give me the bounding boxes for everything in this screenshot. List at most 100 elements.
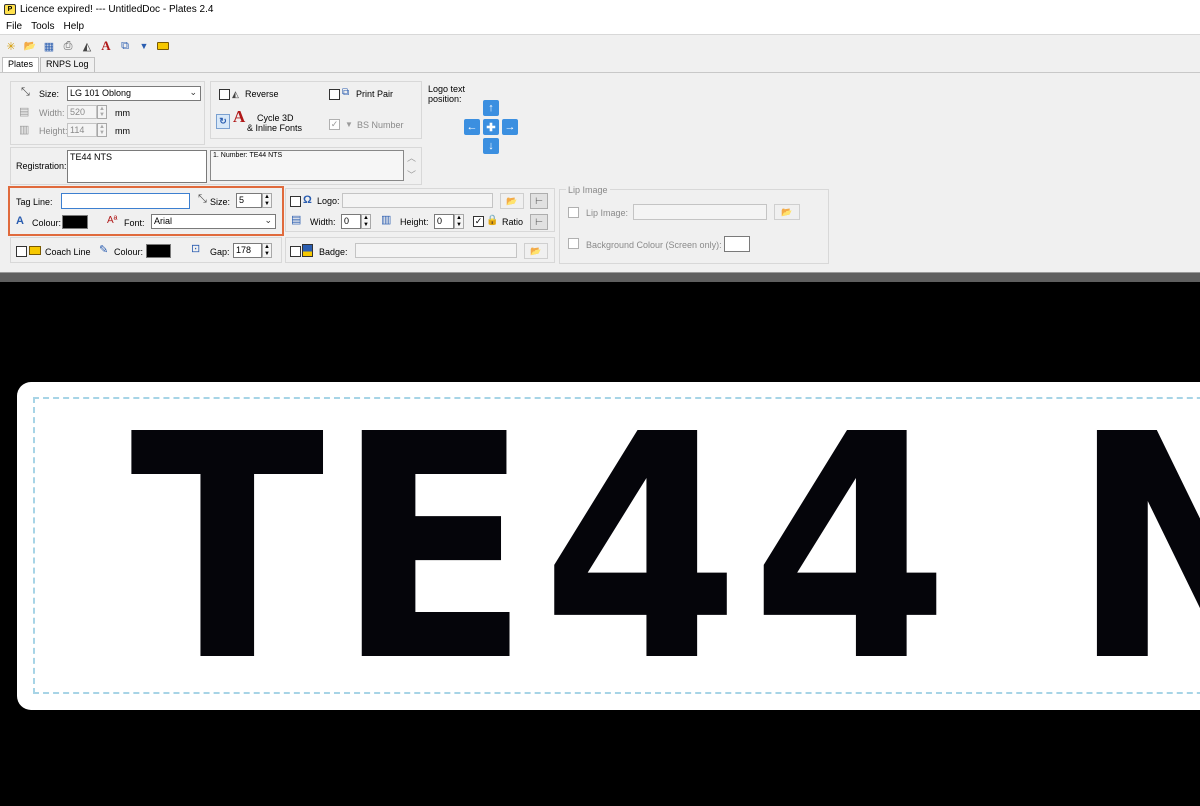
lip-image-group: Lip Image Lip Image: 📂 Background Colour… [559,185,829,264]
logo-align-button[interactable]: ⊢ [530,193,548,209]
logo-browse-button: 📂 [500,193,524,209]
tagline-label: Tag Line: [16,197,53,207]
registration-list[interactable]: 1. Number: TE44 NTS [210,150,404,181]
window-title: Licence expired! --- UntitledDoc - Plate… [20,3,214,15]
width-label: Width: [39,108,65,118]
height-unit: mm [115,126,130,136]
gap-input[interactable]: 178 [233,243,262,258]
badge-icon [302,244,313,257]
print-icon[interactable]: ⎙ [60,38,76,54]
cycle-label-line2: & Inline Fonts [247,123,303,133]
arrow-down-icon[interactable]: ↓ [483,138,499,154]
menu-bar: File Tools Help [0,18,1200,35]
tagline-font-dropdown[interactable]: Arial ⌄ [151,214,276,229]
logo-width-spinner[interactable]: ▲ ▼ [361,214,371,229]
height-label: Height: [39,126,68,136]
menu-file[interactable]: File [6,21,22,32]
logo-width-input[interactable]: 0 [341,214,361,229]
tab-strip: Plates RNPS Log [2,57,96,73]
logo-width-label: Width: [310,217,336,227]
coach-line-label: Coach Line [45,247,91,257]
tagline-size-input[interactable]: 5 [236,193,262,208]
height-spinner: ▲ ▼ [97,123,107,137]
logo-height-label: Height: [400,217,429,227]
font-a-icon[interactable]: A [98,38,114,54]
scroll-up-icon[interactable]: ︿ [407,151,416,164]
arrow-left-icon[interactable]: ← [464,119,480,135]
size-icon: ⤡ [21,86,30,98]
toolbar: ✳ 📂 ▦ ⎙ ◭ A ⧉ ▼ [0,36,1200,56]
gap-icon: ⊡ [191,243,201,255]
lip-image-browse-button: 📂 [774,204,800,220]
tagline-colour-swatch[interactable] [62,215,88,229]
plates-panel: ⤡ Size: LG 101 Oblong ⌄ ▤ Width: 520 ▲ ▼ … [0,72,1200,268]
registration-input[interactable]: TE44 NTS [67,150,207,183]
tab-rnps-log[interactable]: RNPS Log [40,57,95,73]
colour-a-icon: A [16,215,24,227]
logo-checkbox[interactable] [290,196,301,207]
size-dropdown[interactable]: LG 101 Oblong ⌄ [67,86,201,101]
print-pair-checkbox[interactable] [329,89,340,100]
lip-image-label: Lip Image: [586,208,629,218]
registration-label: Registration: [16,161,67,171]
copy-icon[interactable]: ⧉ [117,38,133,54]
save-image-icon[interactable]: ▦ [41,38,57,54]
reverse-checkbox[interactable] [219,89,230,100]
width-unit: mm [115,108,130,118]
lock-icon: 🔒 [486,215,499,226]
size-icon: ⤡ [198,193,207,205]
filter-icon[interactable]: ▼ [136,38,152,54]
open-folder-icon[interactable]: 📂 [22,38,38,54]
bs-number-checkbox: ✓ [329,119,340,130]
mirror-icon[interactable]: ◭ [79,38,95,54]
coach-line-icon[interactable] [155,38,171,54]
menu-help[interactable]: Help [63,21,84,32]
tab-plates[interactable]: Plates [2,57,40,73]
tagline-size-spinner[interactable]: ▲ ▼ [262,193,272,208]
width-spinner: ▲ ▼ [97,105,107,119]
coach-colour-swatch[interactable] [146,244,171,258]
chevron-down-icon: ⌄ [189,87,197,97]
coach-line-checkbox[interactable] [16,246,27,257]
new-document-icon[interactable]: ✳ [3,38,19,54]
logo-align-button-2[interactable]: ⊢ [530,214,548,230]
badge-browse-button: 📂 [524,243,548,259]
background-colour-swatch [724,236,750,252]
print-pair-icon: ⧉ [342,87,350,98]
badge-path-input [355,243,517,258]
arrow-up-icon[interactable]: ↑ [483,100,499,116]
arrow-right-icon[interactable]: → [502,119,518,135]
center-plus-icon[interactable]: ✚ [483,119,499,135]
scroll-down-icon[interactable]: ﹀ [407,168,416,181]
logo-position-label-line2: position: [428,94,462,104]
paint-brush-icon: ✎ [99,244,109,256]
tagline-input[interactable] [61,193,190,209]
menu-tools[interactable]: Tools [31,21,54,32]
lip-image-checkbox [568,207,579,218]
coach-colour-label: Colour: [114,247,144,257]
logo-label: Logo: [317,196,340,206]
lip-image-group-title: Lip Image [566,185,610,195]
logo-height-input[interactable]: 0 [434,214,454,229]
tagline-font-label: Font: [124,218,145,228]
badge-checkbox[interactable] [290,246,301,257]
logo-path-input [342,193,493,208]
lip-image-path-input [633,204,767,220]
options-group: ◭ Reverse ⧉ Print Pair ↻ A Cycle 3D & In… [210,81,422,139]
height-icon: ▥ [19,124,30,136]
coach-group: Coach Line ✎ Colour: ⊡ Gap: 178 ▲ ▼ [10,237,282,263]
preview-divider [0,272,1200,282]
width-input: 520 [67,105,97,119]
font-a-icon: A [233,107,246,126]
plate-preview-canvas: TE44 NTS [0,282,1200,806]
plate-registration-text: TE44 NTS [130,369,1200,730]
chevron-down-icon: ⌄ [264,215,272,225]
height-icon: ▥ [381,214,392,226]
ratio-checkbox[interactable]: ✓ [473,216,484,227]
gap-label: Gap: [210,247,230,257]
logo-height-spinner[interactable]: ▲ ▼ [454,214,464,229]
registration-list-item[interactable]: 1. Number: TE44 NTS [213,152,282,159]
cycle-fonts-button[interactable]: ↻ [216,114,230,129]
gap-spinner[interactable]: ▲ ▼ [262,243,272,258]
number-plate: TE44 NTS [17,382,1200,710]
